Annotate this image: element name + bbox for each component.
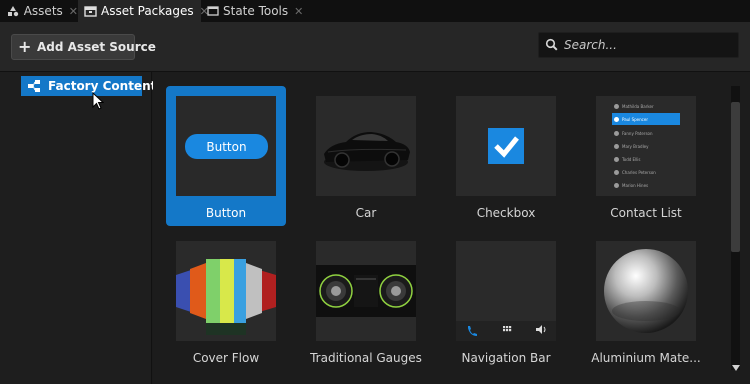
asset-tile-car[interactable]: Car <box>306 86 426 226</box>
cover-flow-image <box>176 259 276 335</box>
car-thumbnail <box>316 96 416 196</box>
contact-name: Mary Bradley <box>622 143 649 149</box>
avatar <box>614 130 619 136</box>
car-image <box>324 132 410 171</box>
contact-row: Mary Bradley <box>614 140 680 152</box>
contact-list-thumbnail: Mathilda Barker Paul Spencer Fanny Pater… <box>596 96 696 196</box>
close-icon[interactable]: ✕ <box>69 5 78 18</box>
contact-name: Todd Ellis <box>622 156 641 162</box>
scrollbar-thumb[interactable] <box>731 102 740 252</box>
asset-label: Contact List <box>610 206 682 220</box>
assets-icon <box>6 4 20 18</box>
asset-grid: Button Button Car Checkbox Mathilda Bark… <box>153 72 725 384</box>
asset-label: Aluminium Mate... <box>591 351 701 365</box>
avatar <box>614 156 619 162</box>
tab-label: State Tools <box>223 4 289 18</box>
sidebar-item-factory-content[interactable]: Factory Content <box>21 76 156 96</box>
scroll-down-icon[interactable] <box>730 362 742 374</box>
toolbar: + Add Asset Source <box>0 22 750 72</box>
avatar <box>614 169 619 175</box>
avatar <box>614 103 619 109</box>
contact-row: Todd Ellis <box>614 153 680 165</box>
navigation-bar-thumbnail <box>456 241 556 341</box>
asset-tile-traditional-gauges[interactable]: Traditional Gauges <box>306 231 426 371</box>
button-thumbnail: Button <box>176 96 276 196</box>
asset-tile-cover-flow[interactable]: Cover Flow <box>166 231 286 371</box>
asset-label: Navigation Bar <box>461 351 551 365</box>
contact-row: Marion Hines <box>614 179 680 191</box>
search-icon <box>545 38 559 52</box>
avatar <box>614 116 619 122</box>
asset-tile-aluminium-material[interactable]: Aluminium Mate... <box>586 231 706 371</box>
asset-label: Cover Flow <box>192 351 260 365</box>
sidebar-item-label: Factory Content <box>48 79 157 93</box>
contact-list-preview: Mathilda Barker Paul Spencer Fanny Pater… <box>612 100 680 194</box>
checkbox-thumbnail <box>456 96 556 196</box>
package-icon <box>84 4 97 18</box>
asset-tile-navigation-bar[interactable]: Navigation Bar <box>446 231 566 371</box>
vertical-scrollbar[interactable] <box>725 72 750 384</box>
asset-label: Car <box>355 206 377 220</box>
asset-tile-contact-list[interactable]: Mathilda Barker Paul Spencer Fanny Pater… <box>586 86 706 226</box>
contact-row: Fanny Paterson <box>614 127 680 139</box>
tab-bar: Assets ✕ Asset Packages ✕ State Tools ✕ <box>0 0 750 22</box>
contact-row: Charles Peterson <box>614 166 680 178</box>
checkbox-checked-icon <box>488 128 524 164</box>
tab-label: Asset Packages <box>101 4 194 18</box>
contact-name: Mathilda Barker <box>622 103 654 109</box>
avatar <box>614 143 619 149</box>
contact-name: Marion Hines <box>622 182 649 188</box>
tab-assets[interactable]: Assets ✕ <box>0 0 78 22</box>
navigation-bar-image <box>456 321 556 341</box>
asset-label: Button <box>205 206 247 220</box>
window-icon <box>207 4 219 18</box>
search-input[interactable] <box>564 38 734 52</box>
contact-row: Mathilda Barker <box>614 100 680 112</box>
contact-row-selected: Paul Spencer <box>612 113 680 125</box>
asset-label: Checkbox <box>476 206 536 220</box>
contact-name: Charles Peterson <box>622 169 656 175</box>
asset-tile-checkbox[interactable]: Checkbox <box>446 86 566 226</box>
contact-name: Paul Spencer <box>622 116 648 122</box>
tab-label: Assets <box>23 4 63 18</box>
close-icon[interactable]: ✕ <box>294 5 303 18</box>
mouse-cursor-icon <box>92 91 105 113</box>
plus-icon: + <box>18 37 32 56</box>
tab-asset-packages[interactable]: Asset Packages ✕ <box>78 0 209 22</box>
gauges-image <box>316 265 416 317</box>
tab-state-tools[interactable]: State Tools ✕ <box>201 0 303 22</box>
avatar <box>614 182 619 188</box>
aluminium-thumbnail <box>596 241 696 341</box>
asset-tile-button[interactable]: Button Button <box>166 86 286 226</box>
search-box[interactable] <box>538 32 739 58</box>
add-asset-source-label: Add Asset Source <box>37 40 156 54</box>
cover-flow-thumbnail <box>176 241 276 341</box>
contact-name: Fanny Paterson <box>622 130 653 136</box>
gauges-thumbnail <box>316 241 416 341</box>
package-tree-icon <box>27 79 41 93</box>
add-asset-source-button[interactable]: + Add Asset Source <box>11 34 156 60</box>
asset-label: Traditional Gauges <box>310 351 422 365</box>
sidebar: Factory Content <box>0 72 156 384</box>
sample-button: Button <box>185 134 268 159</box>
aluminium-sphere-image <box>604 249 688 333</box>
